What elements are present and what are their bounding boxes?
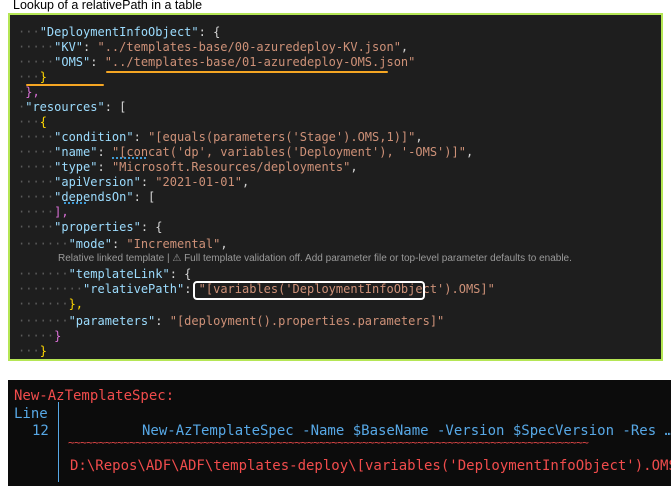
line-number: 12 [32,423,49,439]
screenshot-caption: Lookup of a relativePath in a table [13,0,203,12]
line-label: Line [14,406,48,422]
code-line: ·······"parameters": "[deployment().prop… [18,314,445,328]
code-line: ···} [18,344,47,358]
highlight-underline [26,84,104,86]
code-line: ·····"properties": { [18,220,163,234]
highlight-underline [106,71,388,73]
code-editor[interactable]: ···"DeploymentInfoObject": { ·····"KV": … [8,13,663,361]
code-line: ·······"mode": "Incremental", [18,237,228,251]
warning-squiggle [64,202,86,204]
error-command: New-AzTemplateSpec: [14,388,175,404]
error-tildes: ~~~~~~~~~~~~~~~~~~~~~~~~~~~~~~~~~~~~~~~~… [68,436,589,449]
error-gutter [58,402,59,482]
highlight-box [193,281,425,300]
terminal-panel[interactable]: New-AzTemplateSpec: Line 12 New-AzTempla… [8,380,671,486]
warning-squiggle [112,157,148,159]
codelens-hint[interactable]: Relative linked template | ⚠ Full templa… [58,253,572,264]
error-path: D:\Repos\ADF\ADF\templates-deploy\[varia… [70,458,671,474]
code-line: ·····"OMS": "../templates-base/01-azured… [18,55,416,69]
code-line: ·······}, [18,297,84,311]
